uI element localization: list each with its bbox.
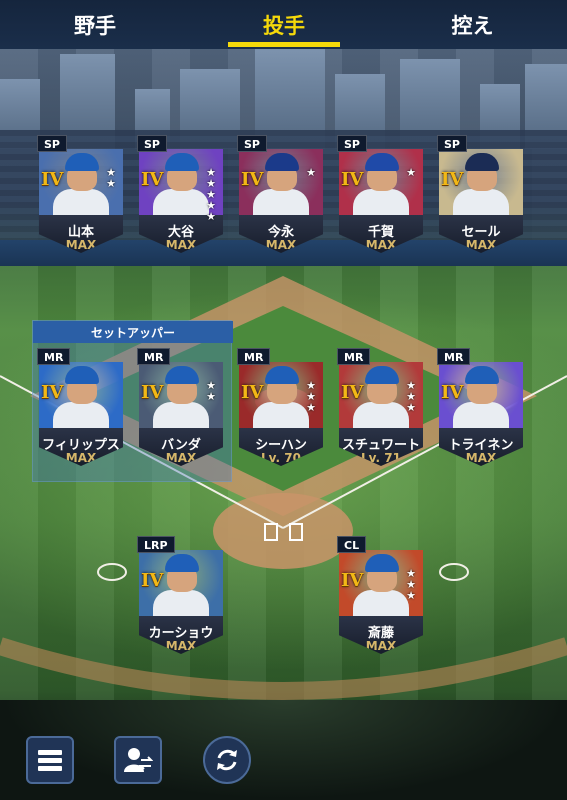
position-badge: LRP xyxy=(137,536,175,553)
position-badge: MR xyxy=(337,348,371,365)
position-badge: SP xyxy=(237,135,267,152)
player-level: Lv. 70 xyxy=(261,451,301,465)
rank-label: IV xyxy=(241,169,264,190)
star-rating: ★ ★ ★ xyxy=(406,379,416,414)
tab-fielders-label: 野手 xyxy=(74,13,116,38)
player-level: MAX xyxy=(365,238,397,252)
player-card[interactable]: LRP IV カーショウ MAX xyxy=(137,536,225,656)
star-rating: ★ xyxy=(306,166,316,179)
player-level: MAX xyxy=(365,639,397,653)
rank-label: IV xyxy=(241,382,264,403)
position-badge: MR xyxy=(237,348,271,365)
player-card[interactable]: SP IV ★ 千賀 MAX xyxy=(337,135,425,255)
rank-label: IV xyxy=(141,382,164,403)
star-rating: ★ ★ xyxy=(106,166,116,190)
bottom-crowd xyxy=(0,700,567,800)
card-frame: IV ★ ★ ★ スチュワート Lv. 71 xyxy=(339,362,423,466)
card-frame: IV カーショウ MAX xyxy=(139,550,223,654)
player-card[interactable]: SP IV ★ 今永 MAX xyxy=(237,135,325,255)
player-level: MAX xyxy=(65,238,97,252)
position-badge: SP xyxy=(37,135,67,152)
player-level: MAX xyxy=(265,238,297,252)
position-badge: MR xyxy=(137,348,171,365)
tab-fielders[interactable]: 野手 xyxy=(0,0,190,49)
rank-label: IV xyxy=(41,382,64,403)
star-rating: ★ xyxy=(406,166,416,179)
card-frame: IV ★ ★ ★ ★ ★ 大谷 MAX xyxy=(139,149,223,253)
person-swap-icon xyxy=(124,748,153,772)
rank-label: IV xyxy=(141,169,164,190)
position-badge: SP xyxy=(437,135,467,152)
active-tab-indicator xyxy=(228,42,340,47)
menu-icon xyxy=(38,750,62,771)
player-card[interactable]: SP IV ★ ★ ★ ★ ★ 大谷 MAX xyxy=(137,135,225,255)
player-card[interactable]: MR IV ★ ★ ★ シーハン Lv. 70 xyxy=(237,348,325,468)
card-frame: IV トライネン MAX xyxy=(439,362,523,466)
card-frame: IV ★ 今永 MAX xyxy=(239,149,323,253)
player-level: MAX xyxy=(465,238,497,252)
rank-label: IV xyxy=(341,169,364,190)
player-card[interactable]: SP IV セール MAX xyxy=(437,135,525,255)
refresh-icon xyxy=(217,749,237,771)
card-frame: IV セール MAX xyxy=(439,149,523,253)
card-frame: IV フィリップス MAX xyxy=(39,362,123,466)
tab-pitchers-label: 投手 xyxy=(263,13,305,38)
rank-label: IV xyxy=(41,169,64,190)
position-badge: SP xyxy=(337,135,367,152)
card-frame: IV ★ ★ ★ シーハン Lv. 70 xyxy=(239,362,323,466)
card-frame: IV ★ ★ 山本 MAX xyxy=(39,149,123,253)
position-badge: MR xyxy=(37,348,71,365)
star-rating: ★ ★ ★ xyxy=(406,567,416,602)
player-card[interactable]: MR IV トライネン MAX xyxy=(437,348,525,468)
player-level: MAX xyxy=(165,238,197,252)
rank-label: IV xyxy=(341,382,364,403)
rank-label: IV xyxy=(141,570,164,591)
player-level: MAX xyxy=(65,451,97,465)
player-level: Lv. 71 xyxy=(361,451,401,465)
rank-label: IV xyxy=(441,382,464,403)
star-rating: ★ ★ ★ xyxy=(306,379,316,414)
top-tab-bar: 野手 投手 控え xyxy=(0,0,567,49)
star-rating: ★ ★ xyxy=(206,379,216,403)
star-rating: ★ ★ ★ ★ ★ xyxy=(206,166,216,223)
player-card[interactable]: MR IV ★ ★ ★ スチュワート Lv. 71 xyxy=(337,348,425,468)
tab-bench[interactable]: 控え xyxy=(378,0,567,49)
tab-bench-label: 控え xyxy=(451,13,494,38)
menu-button[interactable] xyxy=(26,736,74,784)
position-badge: CL xyxy=(337,536,367,553)
player-level: MAX xyxy=(165,451,197,465)
setup-section-label: セットアッパー xyxy=(33,321,233,343)
card-frame: IV ★ ★ バンダ MAX xyxy=(139,362,223,466)
refresh-button[interactable] xyxy=(203,736,251,784)
position-badge: SP xyxy=(137,135,167,152)
player-card[interactable]: MR IV ★ ★ バンダ MAX xyxy=(137,348,225,468)
player-card[interactable]: SP IV ★ ★ 山本 MAX xyxy=(37,135,125,255)
player-level: MAX xyxy=(465,451,497,465)
player-card[interactable]: CL IV ★ ★ ★ 斎藤 MAX xyxy=(337,536,425,656)
swap-player-button[interactable] xyxy=(114,736,162,784)
position-badge: MR xyxy=(437,348,471,365)
rank-label: IV xyxy=(441,169,464,190)
player-level: MAX xyxy=(165,639,197,653)
card-frame: IV ★ 千賀 MAX xyxy=(339,149,423,253)
tab-pitchers[interactable]: 投手 xyxy=(190,0,378,49)
player-card[interactable]: MR IV フィリップス MAX xyxy=(37,348,125,468)
card-frame: IV ★ ★ ★ 斎藤 MAX xyxy=(339,550,423,654)
rank-label: IV xyxy=(341,570,364,591)
